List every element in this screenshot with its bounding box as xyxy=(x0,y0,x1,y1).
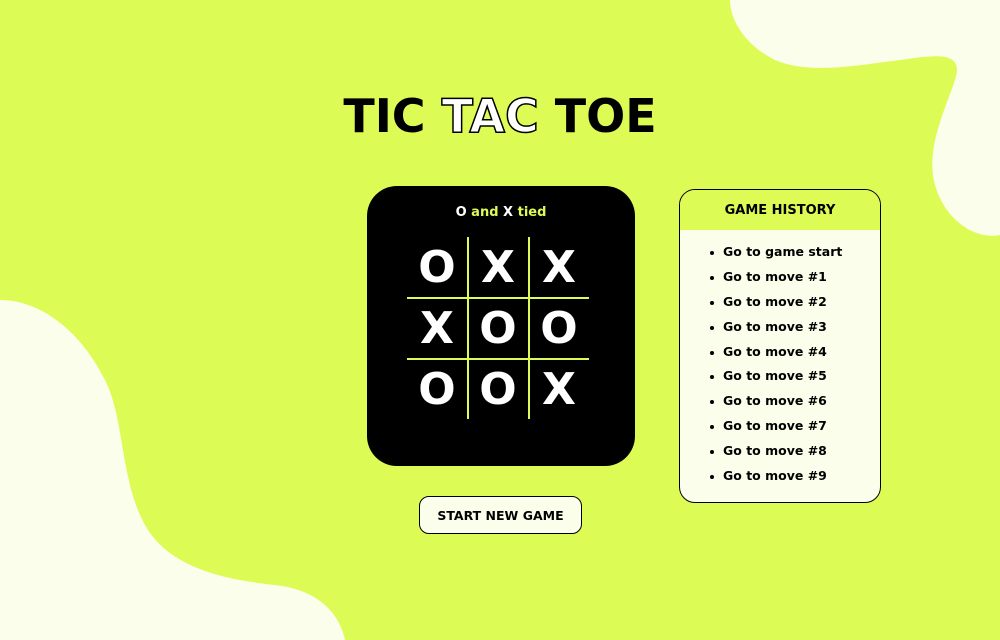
board-cell-5[interactable]: O xyxy=(468,298,528,358)
game-history-panel: GAME HISTORY Go to game start Go to move… xyxy=(679,189,881,503)
board-cell-3[interactable]: X xyxy=(529,237,589,297)
bottom-left-blob xyxy=(0,300,345,640)
title-word-toe: TOE xyxy=(554,89,657,143)
title-word-tic: TIC xyxy=(343,89,426,143)
history-link-move-4[interactable]: Go to move #4 xyxy=(723,340,827,365)
history-item-move-6: Go to move #6 xyxy=(704,389,880,414)
bullet-icon xyxy=(710,375,714,380)
history-link-move-7[interactable]: Go to move #7 xyxy=(723,414,827,439)
board-cell-8[interactable]: O xyxy=(468,359,528,419)
status-connector: and xyxy=(471,205,499,220)
bullet-icon xyxy=(710,325,714,330)
board-cell-6[interactable]: O xyxy=(529,298,589,358)
title-word-tac: TAC xyxy=(441,88,540,144)
board-cell-4[interactable]: X xyxy=(407,298,467,358)
bullet-icon xyxy=(710,350,714,355)
history-link-move-1[interactable]: Go to move #1 xyxy=(723,265,827,290)
history-link-move-6[interactable]: Go to move #6 xyxy=(723,389,827,414)
board-cell-2[interactable]: X xyxy=(468,237,528,297)
history-item-move-9: Go to move #9 xyxy=(704,464,880,489)
bullet-icon xyxy=(710,275,714,280)
board-cell-9[interactable]: X xyxy=(529,359,589,419)
history-item-move-5: Go to move #5 xyxy=(704,364,880,389)
history-link-move-9[interactable]: Go to move #9 xyxy=(723,464,827,489)
status-player-o: O xyxy=(455,205,467,220)
history-item-move-8: Go to move #8 xyxy=(704,439,880,464)
history-item-move-4: Go to move #4 xyxy=(704,340,880,365)
page-title: TIC TAC TOE xyxy=(0,88,1000,144)
history-link-move-2[interactable]: Go to move #2 xyxy=(723,290,827,315)
bullet-icon xyxy=(710,475,714,480)
history-link-move-5[interactable]: Go to move #5 xyxy=(723,364,827,389)
history-link-move-3[interactable]: Go to move #3 xyxy=(723,315,827,340)
game-status: O and X tied xyxy=(367,205,635,220)
history-item-move-1: Go to move #1 xyxy=(704,265,880,290)
status-result: tied xyxy=(517,205,547,220)
history-item-move-2: Go to move #2 xyxy=(704,290,880,315)
bullet-icon xyxy=(710,251,714,255)
game-history-heading: GAME HISTORY xyxy=(680,190,880,230)
history-move-list: Go to game start Go to move #1 Go to mov… xyxy=(680,240,880,489)
bullet-icon xyxy=(710,450,714,455)
board-cell-7[interactable]: O xyxy=(407,359,467,419)
bullet-icon xyxy=(710,300,714,305)
history-link-move-8[interactable]: Go to move #8 xyxy=(723,439,827,464)
history-item-move-3: Go to move #3 xyxy=(704,315,880,340)
history-item-start: Go to game start xyxy=(704,240,880,265)
history-item-move-7: Go to move #7 xyxy=(704,414,880,439)
status-player-x: X xyxy=(503,205,514,220)
history-link-start[interactable]: Go to game start xyxy=(723,240,842,265)
bullet-icon xyxy=(710,400,714,405)
start-new-game-button[interactable]: START NEW GAME xyxy=(419,496,582,534)
game-board-panel: O and X tied O X X X O O O O X xyxy=(367,186,635,466)
board-cell-1[interactable]: O xyxy=(407,237,467,297)
bullet-icon xyxy=(710,425,714,430)
board-grid: O X X X O O O O X xyxy=(407,237,589,419)
